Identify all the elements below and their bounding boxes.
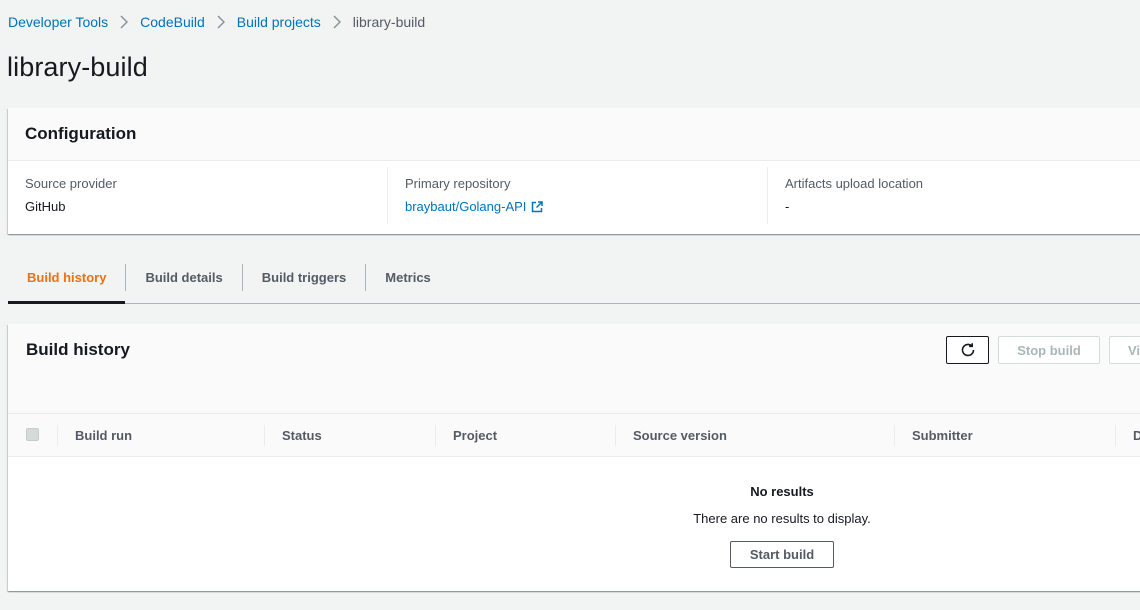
tab-metrics[interactable]: Metrics <box>366 252 450 303</box>
primary-repository-link[interactable]: braybaut/Golang-API <box>405 198 767 216</box>
artifacts-upload-location: Artifacts upload location - <box>768 167 1140 224</box>
configuration-body: Source provider GitHub Primary repositor… <box>8 161 1140 234</box>
breadcrumb: Developer Tools CodeBuild Build projects… <box>8 12 425 32</box>
breadcrumb-developer-tools[interactable]: Developer Tools <box>8 14 108 30</box>
column-divider <box>57 425 58 446</box>
configuration-title: Configuration <box>25 124 137 143</box>
breadcrumb-current: library-build <box>352 14 426 30</box>
tab-build-triggers[interactable]: Build triggers <box>243 252 366 303</box>
chevron-right-icon <box>321 12 353 32</box>
column-source-version[interactable]: Source version <box>633 414 727 457</box>
configuration-panel: Configuration Source provider GitHub Pri… <box>8 108 1140 234</box>
column-status[interactable]: Status <box>282 414 322 457</box>
artifacts-upload-location-value: - <box>785 199 790 214</box>
primary-repository: Primary repository braybaut/Golang-API <box>388 167 768 224</box>
breadcrumb-codebuild[interactable]: CodeBuild <box>140 14 205 30</box>
column-divider <box>1115 425 1116 446</box>
empty-state-message: There are no results to display. <box>693 511 871 526</box>
select-all-checkbox[interactable] <box>26 428 39 441</box>
project-tabs: Build history Build details Build trigge… <box>8 252 1140 304</box>
primary-repository-label: Primary repository <box>405 176 511 191</box>
configuration-header: Configuration <box>8 108 1140 161</box>
chevron-right-icon <box>108 12 140 32</box>
refresh-icon <box>960 342 976 358</box>
source-provider-value: GitHub <box>25 199 66 214</box>
source-provider-label: Source provider <box>25 176 117 191</box>
chevron-right-icon <box>205 12 237 32</box>
column-duration[interactable]: D <box>1133 414 1140 457</box>
build-history-panel: Build history Stop build Vi Build run St… <box>8 324 1140 591</box>
artifacts-upload-location-label: Artifacts upload location <box>785 176 924 191</box>
tab-build-details[interactable]: Build details <box>126 252 241 303</box>
stop-build-button[interactable]: Stop build <box>998 336 1100 364</box>
build-history-header: Build history Stop build Vi <box>8 324 1140 413</box>
start-build-button[interactable]: Start build <box>730 541 834 568</box>
column-divider <box>435 425 436 446</box>
view-button[interactable]: Vi <box>1109 336 1140 364</box>
build-history-title: Build history <box>26 340 130 359</box>
external-link-icon[interactable] <box>531 201 544 213</box>
page-title: library-build <box>7 52 148 82</box>
column-project[interactable]: Project <box>453 414 497 457</box>
build-history-table-header: Build run Status Project Source version … <box>8 413 1140 457</box>
breadcrumb-build-projects[interactable]: Build projects <box>237 14 321 30</box>
empty-state-title: No results <box>750 484 814 499</box>
primary-repository-value[interactable]: braybaut/Golang-API <box>405 198 526 216</box>
column-divider <box>264 425 265 446</box>
column-divider <box>615 425 616 446</box>
column-divider <box>894 425 895 446</box>
column-submitter[interactable]: Submitter <box>912 414 973 457</box>
source-provider: Source provider GitHub <box>8 167 388 224</box>
tab-build-history[interactable]: Build history <box>8 252 126 304</box>
column-build-run[interactable]: Build run <box>75 414 132 457</box>
refresh-button[interactable] <box>946 336 989 364</box>
